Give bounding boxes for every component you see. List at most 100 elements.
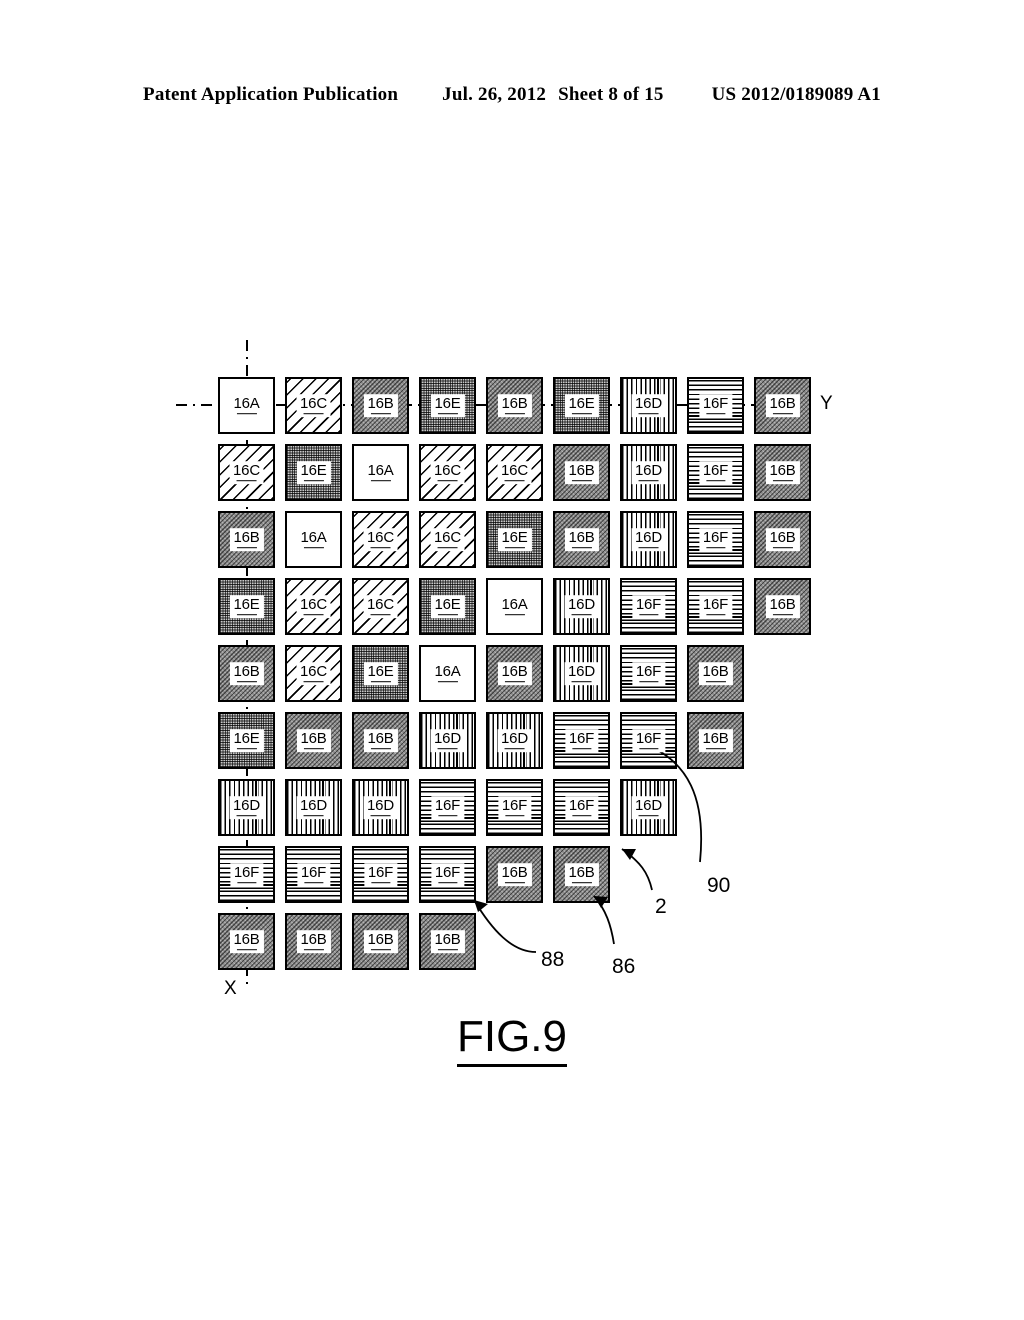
cell-label: 16D: [564, 661, 599, 686]
grid-cell-16f: 16F: [553, 712, 610, 769]
cell-label-underline: [437, 747, 458, 750]
cell-label: 16B: [296, 929, 331, 954]
cell-label: 16B: [430, 929, 465, 954]
cell-label: 16B: [229, 661, 264, 686]
cell-label: 16C: [363, 527, 398, 552]
cell-label-underline: [571, 412, 592, 415]
cell-label: 16F: [631, 728, 666, 753]
grid-cell-16b: 16B: [553, 444, 610, 501]
cell-label: 16D: [296, 795, 331, 820]
grid-cell-16e: 16E: [352, 645, 409, 702]
cell-label: 16B: [698, 728, 733, 753]
cell-label-underline: [303, 948, 324, 951]
grid-cell-16f: 16F: [620, 578, 677, 635]
grid-cell-16f: 16F: [285, 846, 342, 903]
cell-label-underline: [638, 412, 659, 415]
cell-label: 16B: [497, 661, 532, 686]
grid-cell-16d: 16D: [486, 712, 543, 769]
cell-label: 16B: [497, 393, 532, 418]
cell-label: 16D: [497, 728, 532, 753]
cell-label: 16E: [363, 661, 398, 686]
cell-label-underline: [705, 479, 726, 482]
cell-label: 16F: [631, 594, 666, 619]
cell-label: 16B: [564, 862, 599, 887]
cell-label: 16C: [363, 594, 398, 619]
cell-label-underline: [571, 546, 592, 549]
cell-label-underline: [437, 546, 458, 549]
grid-cell-16c: 16C: [419, 444, 476, 501]
grid-cell-16c: 16C: [218, 444, 275, 501]
grid-cell-16e: 16E: [285, 444, 342, 501]
cell-label: 16A: [431, 663, 463, 685]
cell-label-underline: [236, 881, 257, 884]
grid-cell-16d: 16D: [620, 377, 677, 434]
cell-label-underline: [571, 814, 592, 817]
cell-label-underline: [638, 814, 659, 817]
grid-cell-16f: 16F: [419, 779, 476, 836]
cell-label: 16B: [698, 661, 733, 686]
cell-label: 16D: [430, 728, 465, 753]
cell-label: 16B: [765, 460, 800, 485]
cell-label-underline: [504, 814, 525, 817]
cell-label-underline: [705, 747, 726, 750]
callout-86: 86: [612, 955, 636, 978]
cell-label-underline: [370, 613, 391, 616]
grid-cell-16c: 16C: [352, 578, 409, 635]
callout-90: 90: [707, 874, 731, 897]
grid-cell-16f: 16F: [352, 846, 409, 903]
grid-cell-16c: 16C: [419, 511, 476, 568]
cell-label-underline: [303, 412, 324, 415]
cell-label: 16A: [297, 529, 329, 551]
cell-label: 16D: [229, 795, 264, 820]
cell-label-underline: [504, 680, 525, 683]
grid-cell-16f: 16F: [687, 444, 744, 501]
cell-label: 16F: [631, 661, 666, 686]
grid-cell-16a: 16A: [218, 377, 275, 434]
grid-cell-16f: 16F: [620, 712, 677, 769]
cell-label-underline: [705, 412, 726, 415]
cell-label-underline: [772, 412, 793, 415]
cell-label: 16F: [229, 862, 264, 887]
grid-cell-16b: 16B: [754, 511, 811, 568]
grid-cell-16b: 16B: [352, 712, 409, 769]
axis-label-y: Y: [820, 393, 833, 414]
grid-cell-16e: 16E: [218, 578, 275, 635]
cell-label-underline: [437, 881, 458, 884]
cell-label: 16C: [229, 460, 264, 485]
cell-label-underline: [571, 680, 592, 683]
cell-label-underline: [370, 948, 391, 951]
callout-88: 88: [541, 948, 565, 971]
figure-caption-text: FIG.9: [456, 1012, 568, 1067]
grid-cell-16d: 16D: [218, 779, 275, 836]
cell-label-underline: [236, 948, 257, 951]
grid-cell-16b: 16B: [218, 645, 275, 702]
cell-label: 16B: [229, 929, 264, 954]
cell-label: 16F: [497, 795, 532, 820]
callout-2: 2: [655, 895, 667, 918]
cell-label: 16B: [765, 393, 800, 418]
cell-label-underline: [638, 479, 659, 482]
grid-cell-16f: 16F: [419, 846, 476, 903]
grid-cell-16a: 16A: [419, 645, 476, 702]
cell-label-underline: [705, 680, 726, 683]
grid-cell-16b: 16B: [754, 377, 811, 434]
cell-label: 16C: [430, 527, 465, 552]
cell-label-underline: [303, 479, 324, 482]
cell-label: 16B: [363, 393, 398, 418]
cell-label-underline: [504, 881, 525, 884]
grid-cell-16d: 16D: [352, 779, 409, 836]
grid-cell-16b: 16B: [553, 511, 610, 568]
cell-label-underline: [437, 412, 458, 415]
cell-label-underline: [504, 747, 525, 750]
cell-label-underline: [504, 412, 525, 415]
cell-label: 16B: [497, 862, 532, 887]
grid-cell-16b: 16B: [687, 712, 744, 769]
grid-cell-16c: 16C: [285, 645, 342, 702]
grid-cell-16f: 16F: [486, 779, 543, 836]
cell-label-underline: [772, 479, 793, 482]
cell-label-underline: [571, 479, 592, 482]
cell-label-underline: [236, 412, 257, 415]
grid-cell-16d: 16D: [620, 511, 677, 568]
cell-label-underline: [370, 479, 391, 482]
cell-label-underline: [370, 881, 391, 884]
